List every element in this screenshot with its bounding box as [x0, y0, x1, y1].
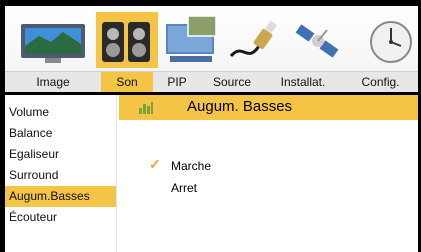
checkmark-icon: ✓ [149, 156, 161, 172]
option-arret[interactable]: Arret [171, 181, 197, 195]
tab-config[interactable]: Config. [343, 72, 418, 92]
menu-item-balance[interactable]: Balance [5, 123, 116, 144]
sound-menu: Volume Balance Egaliseur Surround Augum.… [5, 95, 117, 252]
menu-item-headphones[interactable]: Écouteur [5, 207, 116, 228]
main-area: Volume Balance Egaliseur Surround Augum.… [5, 95, 418, 252]
tv-icon[interactable] [17, 12, 89, 68]
tab-source[interactable]: Source [201, 72, 263, 92]
menu-item-bass-boost[interactable]: Augum.Basses [5, 186, 116, 207]
option-marche[interactable]: Marche [171, 159, 211, 173]
tab-bar: Image Son PIP Source Installat. Config. [5, 71, 418, 92]
osd-frame: Image Son PIP Source Installat. Config. … [0, 0, 421, 252]
settings-panel: Augum. Basses ✓ Marche Arret [119, 95, 418, 252]
panel-title: Augum. Basses [187, 98, 293, 115]
menu-item-surround[interactable]: Surround [5, 165, 116, 186]
tab-son[interactable]: Son [101, 72, 153, 92]
menu-item-volume[interactable]: Volume [5, 102, 116, 123]
clock-icon[interactable] [357, 12, 413, 68]
category-header: Image Son PIP Source Installat. Config. [5, 6, 418, 92]
tab-image[interactable]: Image [5, 72, 101, 92]
satellite-icon[interactable] [291, 12, 347, 68]
tab-pip[interactable]: PIP [153, 72, 201, 92]
pip-icon[interactable] [162, 12, 222, 68]
equalizer-icon [139, 102, 153, 114]
menu-item-egaliseur[interactable]: Egaliseur [5, 144, 116, 165]
speaker-icon[interactable] [96, 12, 158, 68]
cable-icon[interactable] [225, 12, 283, 68]
tab-installation[interactable]: Installat. [263, 72, 343, 92]
panel-header: Augum. Basses [119, 95, 418, 120]
